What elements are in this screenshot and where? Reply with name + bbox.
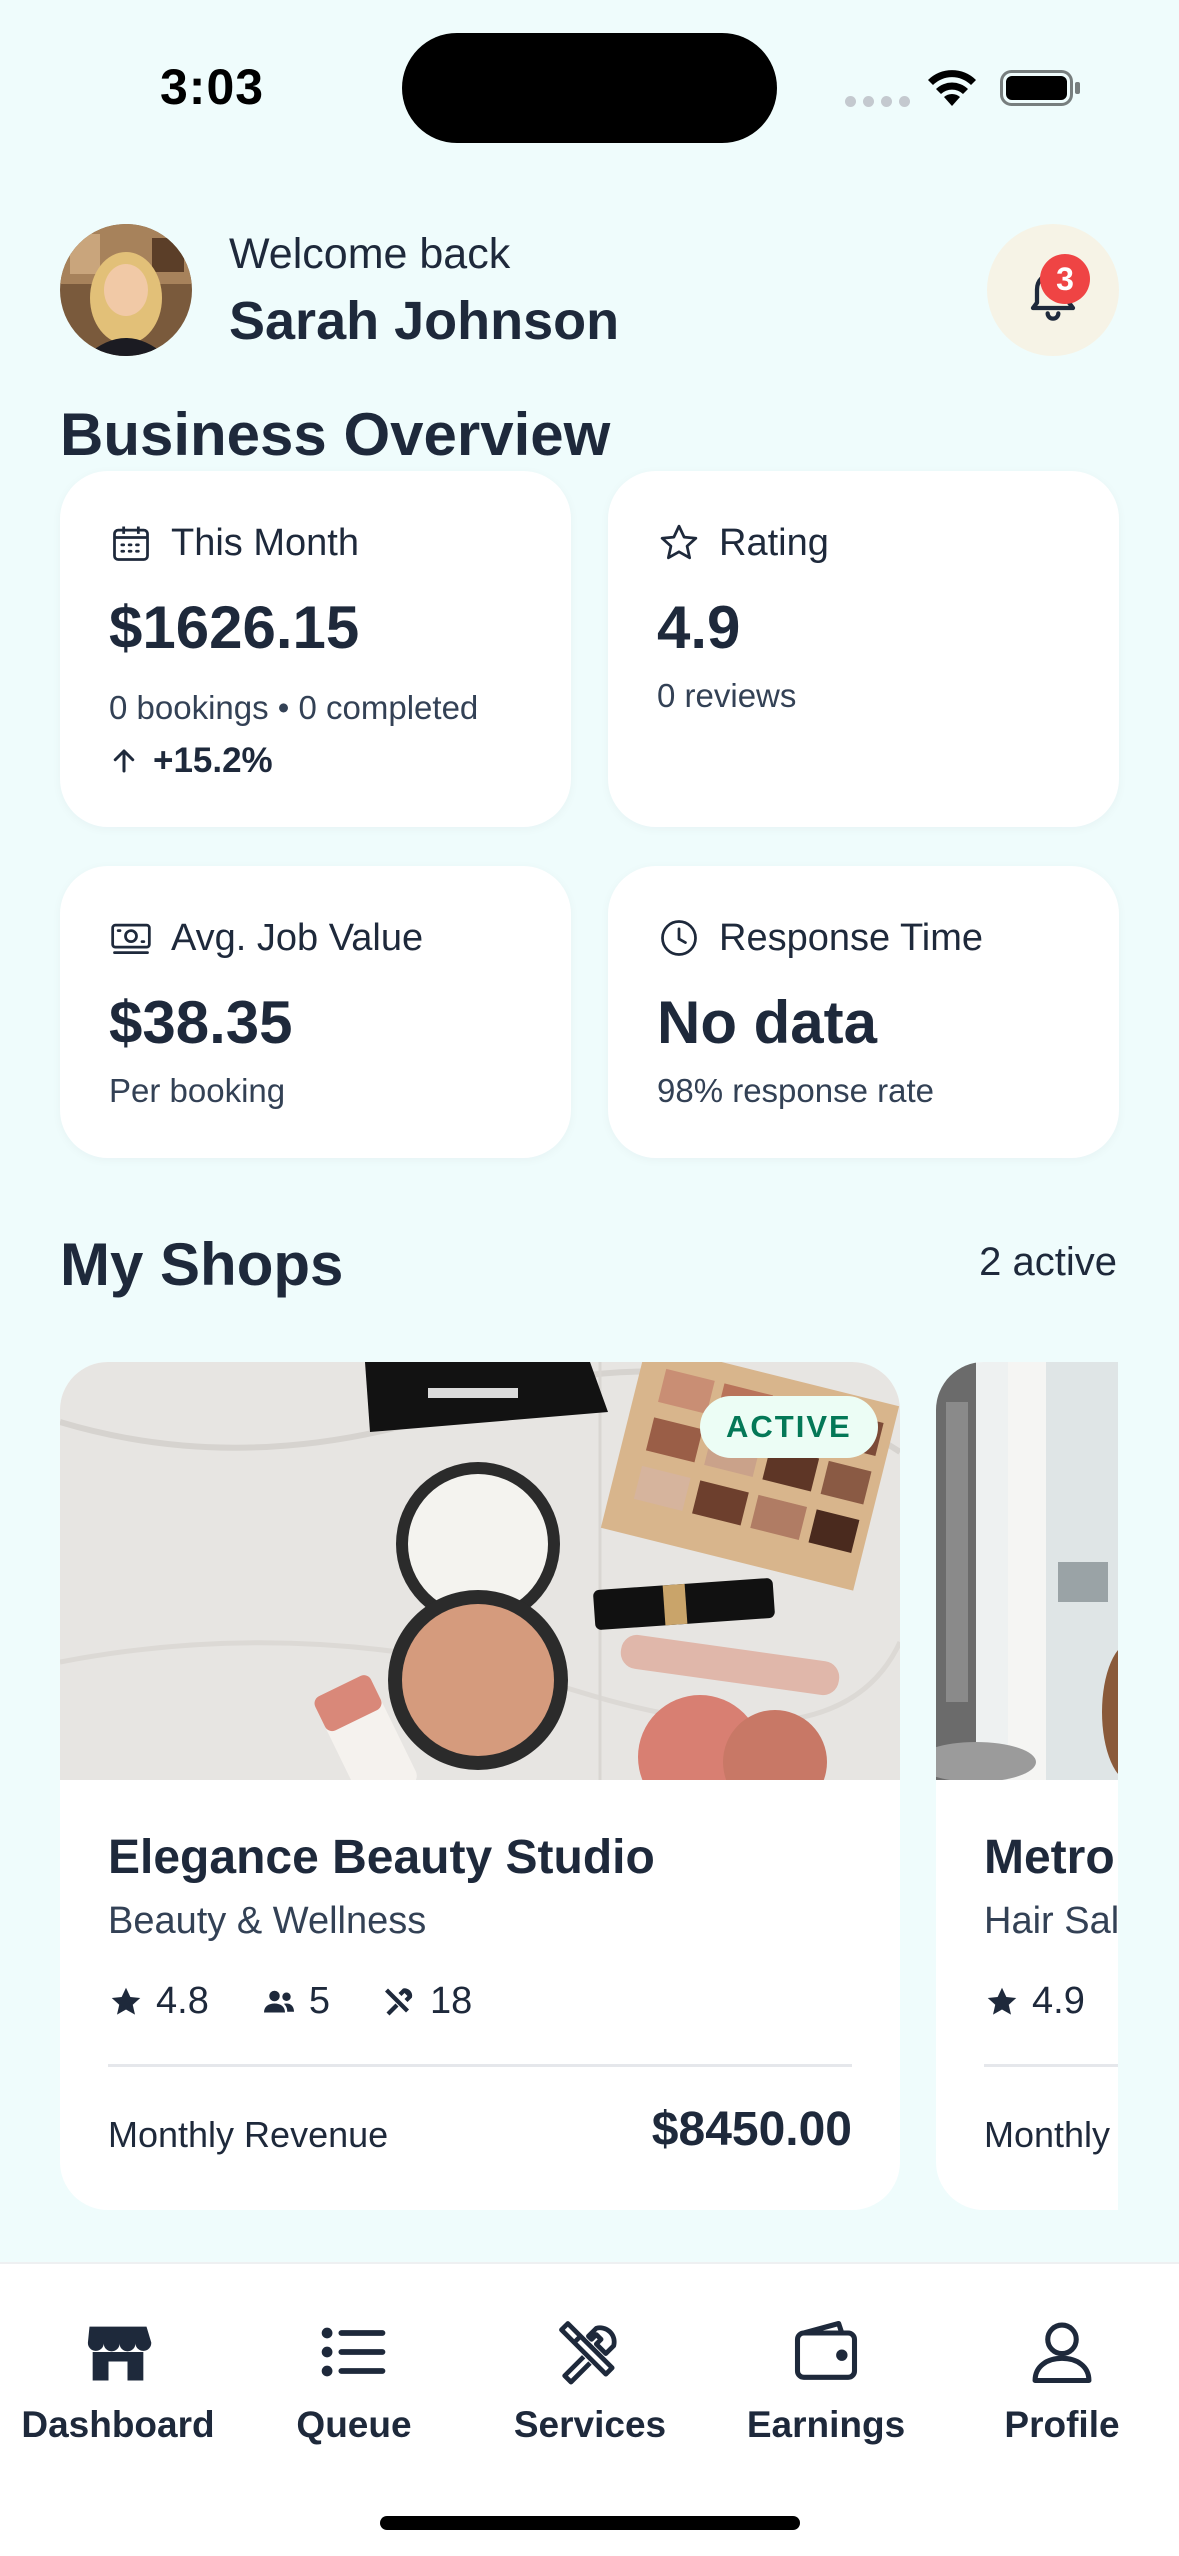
wallet-icon [794,2320,858,2380]
star-filled-icon [111,1987,141,2015]
person-icon [1032,2322,1092,2384]
tab-label: Services [513,2404,667,2445]
tab-profile[interactable]: Profile [944,2314,1179,2446]
welcome-text: Welcome back [229,230,511,278]
tab-label: Profile [1004,2404,1120,2445]
stat-label-row: Avg. Job Value [109,916,423,960]
shop-staff: 5 [261,1980,330,2023]
tab-label: Dashboard [21,2404,215,2445]
home-indicator[interactable] [380,2516,800,2530]
shop-stats: 4.9 [984,1980,1085,2023]
divider [108,2064,852,2067]
avatar-photo [60,224,192,356]
shop-rating-value: 4.9 [1032,1980,1085,2022]
tools-icon [559,2321,617,2385]
tab-bar: Dashboard Queue Services Earnings Profil… [0,2262,1179,2556]
cash-icon [111,923,151,955]
stat-value: 4.9 [657,594,741,661]
stat-value: No data [657,989,878,1056]
tab-label: Queue [296,2404,412,2445]
shop-card[interactable]: ACTIVE Elegance Beauty Studio Beauty & W… [60,1362,900,2210]
star-icon [660,524,698,560]
monthly-revenue-value: $8450.00 [651,2103,852,2156]
star-filled-icon [987,1987,1017,2015]
shop-services: 18 [382,1980,472,2023]
tools-icon [384,1987,413,2015]
stat-label-row: Rating [657,521,829,565]
shop-rating: 4.8 [108,1980,209,2023]
stat-card-rating[interactable]: Rating 4.9 0 reviews [608,471,1119,827]
shop-category: Beauty & Wellness [108,1900,427,1942]
stat-label: Response Time [719,916,984,959]
stat-label-row: This Month [109,521,359,565]
section-title-my-shops: My Shops [60,1231,344,1298]
shop-category: Hair Sal [984,1900,1118,1942]
stat-sub: 0 reviews [657,677,797,714]
status-time: 3:03 [160,59,265,115]
shop-name: Elegance Beauty Studio [108,1831,655,1884]
stat-sub: 98% response rate [657,1072,935,1109]
clock-icon [661,920,697,956]
section-title-business-overview: Business Overview [60,401,611,468]
shops-carousel[interactable]: ACTIVE Elegance Beauty Studio Beauty & W… [0,1340,1118,2240]
shop-name: Metro [984,1831,1115,1884]
status-badge: ACTIVE [700,1396,878,1458]
dynamic-island [402,33,777,143]
shop-stats: 4.8 5 18 [108,1980,472,2023]
list-icon [321,2327,386,2377]
stat-label-row: Response Time [657,916,983,960]
arrow-up-icon [113,749,135,773]
shop-staff-value: 5 [308,1980,330,2022]
avatar[interactable] [60,224,192,356]
shop-rating-value: 4.8 [156,1980,209,2022]
tab-services[interactable]: Services [472,2314,708,2446]
stat-label: Rating [719,521,829,564]
cellular-signal-icon [845,96,910,107]
tab-earnings[interactable]: Earnings [708,2314,944,2446]
monthly-revenue-label: Monthly [984,2114,1111,2155]
stat-label: This Month [171,521,359,564]
wifi-icon [928,70,976,106]
stat-trend: +15.2% [109,741,273,781]
people-icon [263,1990,294,2012]
tab-queue[interactable]: Queue [236,2314,472,2446]
stat-trend-value: +15.2% [153,741,273,780]
stat-value: $38.35 [109,989,293,1056]
monthly-revenue-label: Monthly Revenue [108,2114,389,2155]
user-name: Sarah Johnson [229,291,620,351]
stat-card-response-time[interactable]: Response Time No data 98% response rate [608,866,1119,1158]
calendar-icon [113,526,149,561]
stat-label: Avg. Job Value [171,916,424,959]
notification-count-badge: 3 [1040,254,1090,304]
storefront-icon [87,2326,152,2381]
shop-image [936,1362,1118,1780]
active-shops-count: 2 active [979,1240,1117,1284]
stat-card-this-month[interactable]: This Month $1626.15 0 bookings • 0 compl… [60,471,571,827]
tab-label: Earnings [746,2404,906,2445]
status-bar: 3:03 [0,0,1179,170]
shop-services-value: 18 [429,1980,473,2022]
stat-card-avg-job-value[interactable]: Avg. Job Value $38.35 Per booking [60,866,571,1158]
stat-value: $1626.15 [109,594,360,661]
divider [984,2064,1118,2067]
battery-icon [1000,70,1080,106]
shop-rating: 4.9 [984,1980,1085,2023]
tab-dashboard[interactable]: Dashboard [0,2314,236,2446]
stat-sub: Per booking [109,1072,286,1109]
shop-card[interactable]: Metro Hair Sal 4.9 Monthly [936,1362,1118,2210]
stat-bookings: 0 bookings • 0 completed [109,689,479,726]
